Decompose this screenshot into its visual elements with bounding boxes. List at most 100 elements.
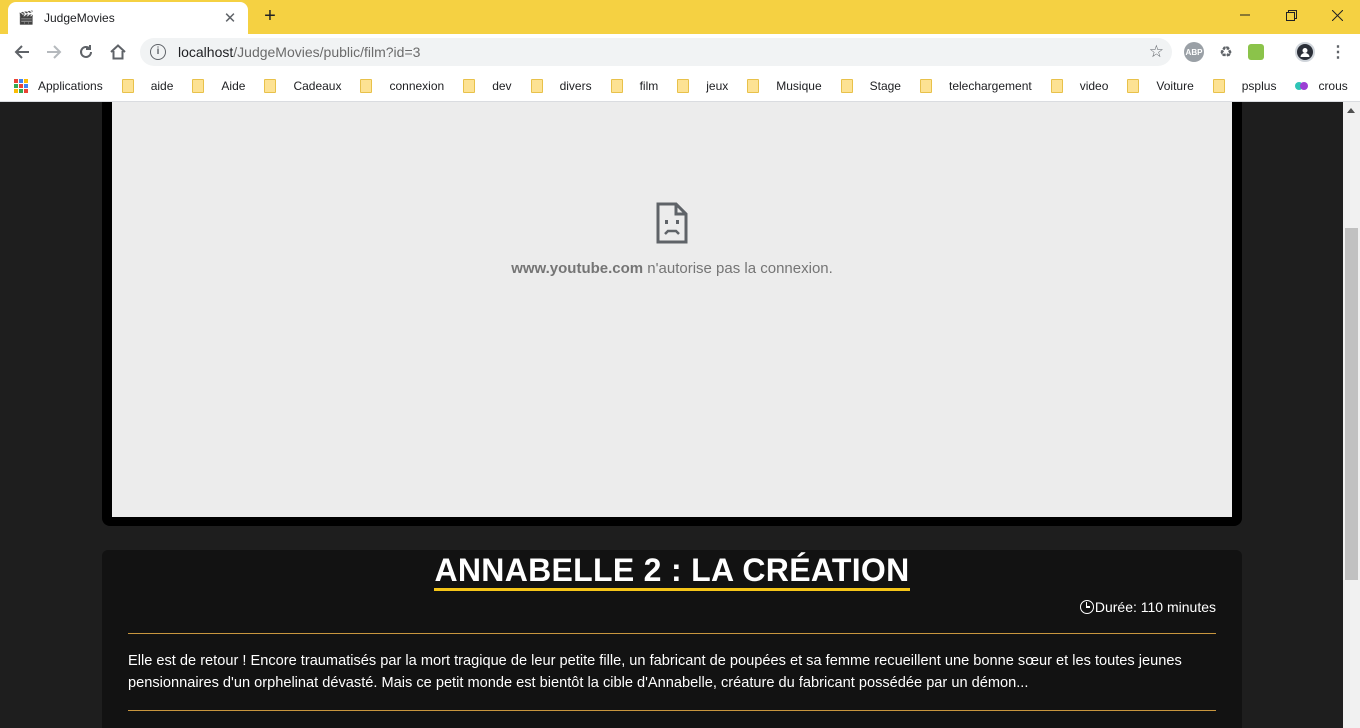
bookmark-crous[interactable]: crous bbox=[1295, 78, 1348, 93]
divider-bottom bbox=[128, 710, 1216, 711]
folder-icon bbox=[1127, 78, 1140, 93]
clock-icon bbox=[1079, 600, 1094, 614]
folder-icon bbox=[192, 78, 205, 93]
clapperboard-icon: 🎬 bbox=[18, 10, 35, 25]
forward-button[interactable] bbox=[42, 40, 66, 64]
bookmark-label: psplus bbox=[1241, 78, 1277, 93]
recycle-extension-icon[interactable]: ♻ bbox=[1216, 42, 1236, 62]
duration-text: Durée: 110 minutes bbox=[1094, 599, 1216, 615]
reload-button[interactable] bbox=[74, 40, 98, 64]
bookmark-film[interactable]: film bbox=[610, 78, 659, 93]
page-scrollbar[interactable] bbox=[1343, 102, 1360, 728]
bookmark-cadeaux[interactable]: Cadeaux bbox=[264, 78, 342, 93]
folder-icon bbox=[121, 78, 134, 93]
bookmark-label: Stage bbox=[869, 78, 901, 93]
youtube-embed-blocked[interactable]: www.youtube.com n'autorise pas la connex… bbox=[112, 102, 1232, 517]
restore-icon bbox=[1285, 9, 1297, 21]
sad-document-icon bbox=[656, 202, 688, 244]
new-tab-button[interactable]: + bbox=[258, 6, 282, 28]
bookmark-dev[interactable]: dev bbox=[463, 78, 512, 93]
crous-icon bbox=[1295, 81, 1309, 90]
scrollbar-thumb[interactable] bbox=[1345, 228, 1358, 580]
folder-icon bbox=[840, 78, 853, 93]
bookmark-divers[interactable]: divers bbox=[530, 78, 592, 93]
film-duration: Durée: 110 minutes bbox=[1079, 599, 1216, 615]
connection-refused-message: www.youtube.com n'autorise pas la connex… bbox=[511, 260, 833, 277]
bookmark-star-icon[interactable]: ☆ bbox=[1149, 42, 1164, 62]
minimize-button[interactable] bbox=[1222, 0, 1268, 30]
folder-icon bbox=[264, 78, 277, 93]
bookmark-stage[interactable]: Stage bbox=[840, 78, 901, 93]
bookmark-video[interactable]: video bbox=[1050, 78, 1109, 93]
blocked-text: n'autorise pas la connexion. bbox=[643, 260, 833, 277]
film-info-card: ANNABELLE 2 : LA CRÉATION Durée: 110 min… bbox=[102, 550, 1242, 728]
divider-top bbox=[128, 633, 1216, 634]
bookmark-label: connexion bbox=[389, 78, 445, 93]
arrow-left-icon bbox=[14, 45, 29, 59]
site-info-icon[interactable]: i bbox=[150, 44, 166, 60]
folder-icon bbox=[530, 78, 543, 93]
url-host: localhost bbox=[178, 44, 234, 60]
bookmark-label: Voiture bbox=[1156, 78, 1194, 93]
bookmark-label: dev bbox=[492, 78, 512, 93]
scroll-up-arrow-icon[interactable] bbox=[1347, 108, 1355, 113]
bookmark-aide[interactable]: aide bbox=[121, 78, 174, 93]
page-viewport: www.youtube.com n'autorise pas la connex… bbox=[0, 102, 1343, 728]
folder-icon bbox=[747, 78, 760, 93]
bookmark-connexion[interactable]: connexion bbox=[360, 78, 445, 93]
adblock-extension-icon[interactable]: ABP bbox=[1184, 42, 1204, 62]
shopping-bag-extension-icon[interactable] bbox=[1248, 44, 1264, 60]
close-icon bbox=[1331, 9, 1343, 21]
film-synopsis: Elle est de retour ! Encore traumatisés … bbox=[128, 653, 1182, 691]
browser-tab[interactable]: 🎬 JudgeMovies ✕ bbox=[8, 2, 248, 34]
bookmark-label: video bbox=[1079, 78, 1109, 93]
profile-avatar[interactable] bbox=[1295, 42, 1315, 62]
bookmark-psplus[interactable]: psplus bbox=[1212, 78, 1277, 93]
folder-icon bbox=[1212, 78, 1225, 93]
home-icon bbox=[110, 44, 126, 60]
folder-icon bbox=[1050, 78, 1063, 93]
bookmark-label: aide bbox=[150, 78, 174, 93]
folder-icon bbox=[360, 78, 373, 93]
address-bar[interactable]: i localhost/JudgeMovies/public/film?id=3… bbox=[140, 38, 1172, 66]
folder-icon bbox=[610, 78, 623, 93]
browser-titlebar: 🎬 JudgeMovies ✕ + bbox=[0, 0, 1360, 34]
film-title: ANNABELLE 2 : LA CRÉATION bbox=[102, 552, 1242, 591]
reload-icon bbox=[80, 45, 92, 58]
bookmark-label: film bbox=[639, 78, 659, 93]
blocked-domain: www.youtube.com bbox=[511, 260, 644, 277]
close-window-button[interactable] bbox=[1314, 0, 1360, 30]
browser-toolbar: i localhost/JudgeMovies/public/film?id=3… bbox=[0, 34, 1360, 70]
bookmarks-bar: Applications aide Aide Cadeaux connexion… bbox=[0, 70, 1360, 102]
menu-kebab-icon[interactable]: ⋮ bbox=[1326, 40, 1350, 64]
video-frame: www.youtube.com n'autorise pas la connex… bbox=[102, 102, 1242, 526]
bookmark-applications[interactable]: Applications bbox=[14, 78, 103, 93]
arrow-right-icon bbox=[47, 45, 62, 59]
bookmark-label: Musique bbox=[776, 78, 822, 93]
url-path: /JudgeMovies/public/film?id=3 bbox=[233, 44, 421, 60]
restore-button[interactable] bbox=[1268, 0, 1314, 30]
minimize-icon bbox=[1240, 14, 1250, 16]
home-button[interactable] bbox=[106, 40, 130, 64]
bookmark-label: Aide bbox=[221, 78, 246, 93]
bookmark-label: telechargement bbox=[948, 78, 1032, 93]
folder-icon bbox=[463, 78, 476, 93]
bookmark-label: jeux bbox=[706, 78, 729, 93]
bookmark-label: Applications bbox=[38, 78, 103, 93]
back-button[interactable] bbox=[10, 40, 34, 64]
user-icon bbox=[1300, 48, 1310, 57]
apps-grid-icon bbox=[14, 78, 28, 93]
bookmark-label: Cadeaux bbox=[293, 78, 342, 93]
bookmark-telechargement[interactable]: telechargement bbox=[919, 78, 1032, 93]
tab-title: JudgeMovies bbox=[44, 11, 115, 25]
folder-icon bbox=[677, 78, 690, 93]
bookmark-voiture[interactable]: Voiture bbox=[1127, 78, 1194, 93]
bookmark-label: crous bbox=[1318, 78, 1348, 93]
bookmark-musique[interactable]: Musique bbox=[747, 78, 822, 93]
tab-close-icon[interactable]: ✕ bbox=[222, 9, 238, 27]
film-title-text: ANNABELLE 2 : LA CRÉATION bbox=[434, 552, 910, 591]
bookmark-jeux[interactable]: jeux bbox=[677, 78, 729, 93]
folder-icon bbox=[919, 78, 932, 93]
bookmark-label: divers bbox=[559, 78, 592, 93]
bookmark-aide-2[interactable]: Aide bbox=[192, 78, 246, 93]
